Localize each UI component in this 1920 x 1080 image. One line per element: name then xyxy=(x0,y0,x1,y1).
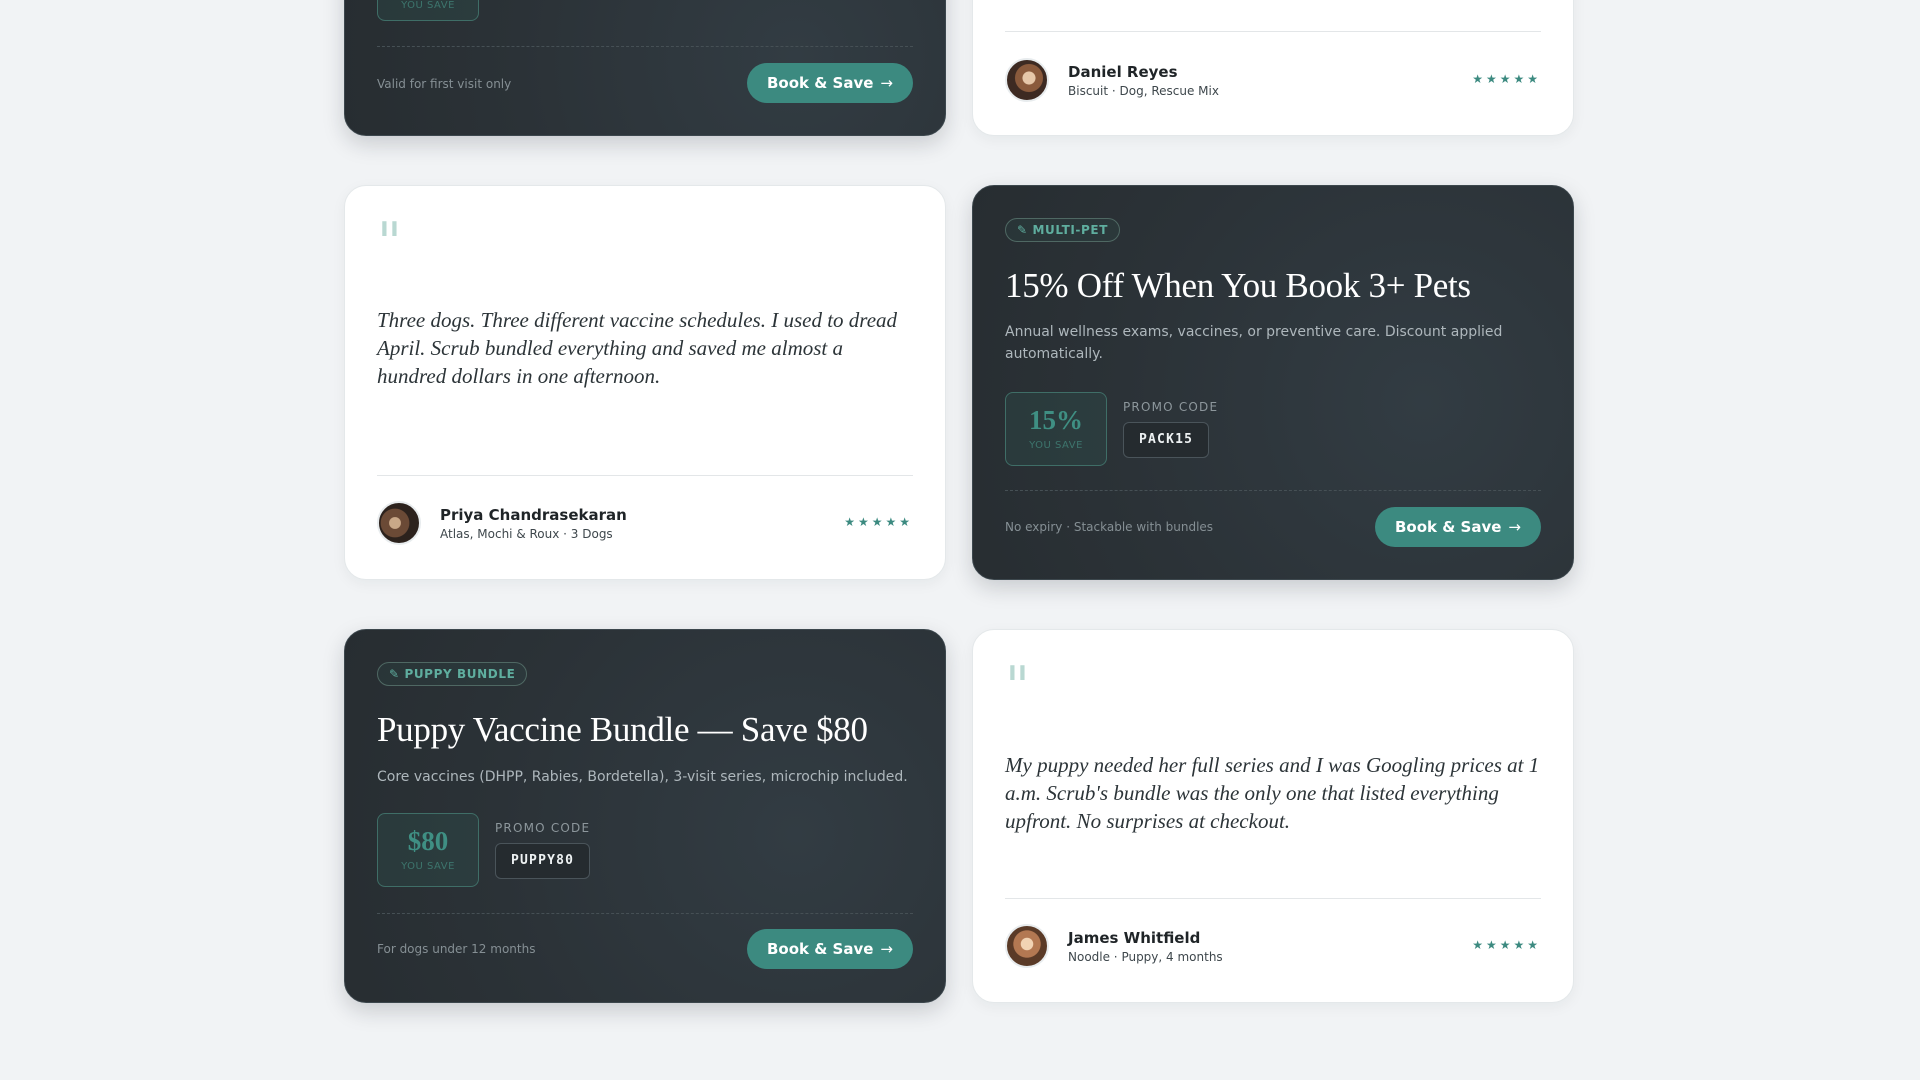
arrow-right-icon: → xyxy=(880,940,893,958)
testimonial-author: Daniel Reyes Biscuit · Dog, Rescue Mix ★… xyxy=(1005,58,1541,106)
divider xyxy=(377,913,913,914)
book-and-save-button[interactable]: Book & Save → xyxy=(747,929,913,969)
avatar xyxy=(1005,58,1049,102)
star-rating-icon: ★★★★★ xyxy=(1472,938,1541,952)
avatar xyxy=(377,501,421,545)
testimonial-card-james: " My puppy needed her full series and I … xyxy=(972,629,1574,1003)
savings-label: YOU SAVE xyxy=(1029,440,1083,451)
book-button-label: Book & Save xyxy=(1395,518,1502,536)
book-button-label: Book & Save xyxy=(767,940,874,958)
arrow-right-icon: → xyxy=(1508,518,1521,536)
arrow-right-icon: → xyxy=(880,74,893,92)
savings-badge: $80 YOU SAVE xyxy=(377,813,479,887)
savings-amount: $80 xyxy=(407,826,449,856)
testimonial-author: James Whitfield Noodle · Puppy, 4 months… xyxy=(1005,924,1541,972)
tag-icon: ✎ xyxy=(1017,223,1033,237)
testimonial-quote: Three dogs. Three different vaccine sche… xyxy=(377,308,898,388)
star-rating-icon: ★★★★★ xyxy=(1472,72,1541,86)
testimonial-card-daniel: Daniel Reyes Biscuit · Dog, Rescue Mix ★… xyxy=(972,0,1574,136)
author-name: Daniel Reyes xyxy=(1068,63,1178,81)
star-rating-icon: ★★★★★ xyxy=(844,515,913,529)
deal-title: 15% Off When You Book 3+ Pets xyxy=(1005,266,1471,305)
deal-card-puppy-bundle: ✎ PUPPY BUNDLE Puppy Vaccine Bundle — Sa… xyxy=(344,629,946,1003)
book-button-label: Book & Save xyxy=(767,74,874,92)
author-pets: Biscuit · Dog, Rescue Mix xyxy=(1068,84,1219,98)
savings-badge: YOU SAVE xyxy=(377,0,479,21)
divider xyxy=(1005,490,1541,491)
deal-description: Annual wellness exams, vaccines, or prev… xyxy=(1005,324,1503,362)
deal-tag-label: PUPPY BUNDLE xyxy=(404,667,516,681)
deal-tag: ✎ MULTI-PET xyxy=(1005,218,1120,242)
book-and-save-button[interactable]: Book & Save → xyxy=(1375,507,1541,547)
divider xyxy=(377,475,913,476)
offer-note: For dogs under 12 months xyxy=(377,942,536,956)
book-and-save-button[interactable]: Book & Save → xyxy=(747,63,913,103)
author-name: Priya Chandrasekaran xyxy=(440,506,627,524)
divider xyxy=(1005,898,1541,899)
offer-note: No expiry · Stackable with bundles xyxy=(1005,520,1214,534)
divider xyxy=(1005,31,1541,32)
author-pets: Atlas, Mochi & Roux · 3 Dogs xyxy=(440,527,613,541)
tag-icon: ✎ xyxy=(389,667,405,681)
offer-note: Valid for first visit only xyxy=(377,77,512,91)
quote-icon: " xyxy=(377,211,402,274)
deal-description: Core vaccines (DHPP, Rabies, Bordetella)… xyxy=(377,769,908,785)
deal-tag-label: MULTI-PET xyxy=(1032,223,1108,237)
deal-title: Puppy Vaccine Bundle — Save $80 xyxy=(377,710,868,749)
testimonial-card-priya: " Three dogs. Three different vaccine sc… xyxy=(344,185,946,580)
avatar xyxy=(1005,924,1049,968)
divider xyxy=(377,46,913,47)
quote-icon: " xyxy=(1005,655,1030,718)
testimonial-author: Priya Chandrasekaran Atlas, Mochi & Roux… xyxy=(377,501,913,549)
promo-code[interactable]: PACK15 xyxy=(1123,422,1210,458)
author-pets: Noodle · Puppy, 4 months xyxy=(1068,950,1223,964)
deal-card-multi-pet: ✎ MULTI-PET 15% Off When You Book 3+ Pet… xyxy=(972,185,1574,580)
savings-label: YOU SAVE xyxy=(401,0,455,11)
deal-tag: ✎ PUPPY BUNDLE xyxy=(377,662,528,686)
testimonial-quote: My puppy needed her full series and I wa… xyxy=(1005,753,1540,833)
savings-badge: 15% YOU SAVE xyxy=(1005,392,1107,466)
promo-code[interactable]: PUPPY80 xyxy=(495,843,591,879)
savings-amount: 15% xyxy=(1029,405,1083,435)
savings-label: YOU SAVE xyxy=(401,861,455,872)
author-name: James Whitfield xyxy=(1068,929,1201,947)
deal-card-first-visit: YOU SAVE Valid for first visit only Book… xyxy=(344,0,946,136)
promo-code-label: PROMO CODE xyxy=(1123,400,1219,414)
promo-code-label: PROMO CODE xyxy=(495,821,591,835)
